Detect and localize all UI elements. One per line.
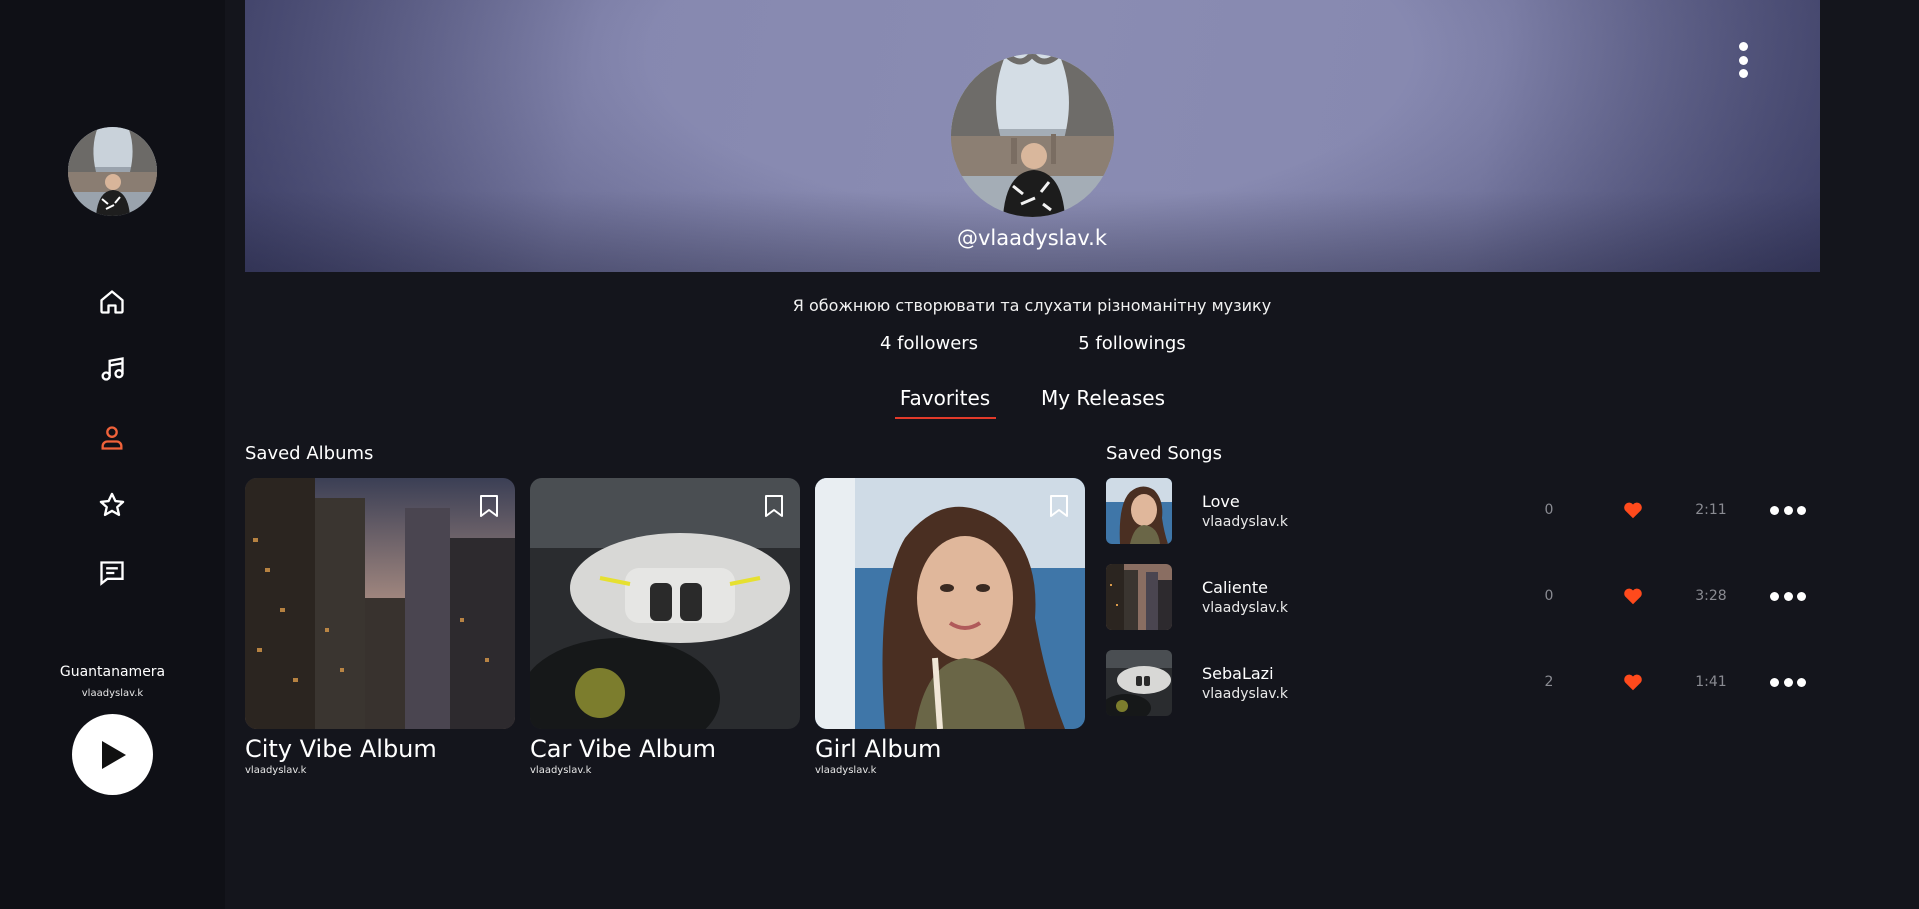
song-cover[interactable] [1106, 650, 1172, 716]
sidebar-avatar[interactable] [68, 127, 157, 216]
now-playing-title: Guantanamera [59, 664, 166, 680]
user-icon[interactable] [96, 422, 128, 454]
song-row[interactable]: Love vlaadyslav.k 0 2:11 [1106, 478, 1810, 544]
album-card[interactable]: City Vibe Album vlaadyslav.k [245, 478, 515, 776]
bookmark-icon[interactable] [764, 494, 784, 518]
play-icon [101, 740, 126, 769]
tab-my-releases[interactable]: My Releases [1040, 386, 1166, 410]
album-title[interactable]: Girl Album [815, 735, 1085, 763]
album-card[interactable]: Girl Album vlaadyslav.k [815, 478, 1085, 776]
bookmark-icon[interactable] [479, 494, 499, 518]
album-title[interactable]: City Vibe Album [245, 735, 515, 763]
more-options-icon[interactable] [1770, 678, 1806, 688]
star-icon[interactable] [96, 489, 128, 521]
followings-count[interactable]: 5 followings [1067, 333, 1197, 354]
album-artist[interactable]: vlaadyslav.k [815, 765, 1085, 776]
saved-songs-title: Saved Songs [1106, 443, 1222, 464]
heart-icon[interactable] [1622, 499, 1644, 521]
bookmark-icon[interactable] [1049, 494, 1069, 518]
saved-albums-title: Saved Albums [245, 443, 374, 464]
more-options-icon[interactable] [1736, 42, 1750, 78]
song-duration: 3:28 [1695, 588, 1727, 604]
song-artist[interactable]: vlaadyslav.k [1202, 514, 1288, 530]
album-artist[interactable]: vlaadyslav.k [530, 765, 800, 776]
tab-favorites[interactable]: Favorites [895, 386, 995, 410]
active-tab-indicator [895, 417, 996, 419]
more-options-icon[interactable] [1770, 592, 1806, 602]
album-artist[interactable]: vlaadyslav.k [245, 765, 515, 776]
song-duration: 1:41 [1695, 674, 1727, 690]
song-title[interactable]: SebaLazi [1202, 664, 1274, 683]
album-card[interactable]: Car Vibe Album vlaadyslav.k [530, 478, 800, 776]
home-icon[interactable] [96, 286, 128, 318]
song-plays: 0 [1544, 502, 1554, 518]
song-row[interactable]: Caliente vlaadyslav.k 0 3:28 [1106, 564, 1810, 630]
album-title[interactable]: Car Vibe Album [530, 735, 800, 763]
album-cover[interactable] [815, 478, 1085, 729]
sidebar: Guantanamera vlaadyslav.k [0, 0, 225, 909]
more-options-icon[interactable] [1770, 506, 1806, 516]
album-cover[interactable] [245, 478, 515, 729]
chat-icon[interactable] [96, 557, 128, 589]
album-cover[interactable] [530, 478, 800, 729]
now-playing-artist: vlaadyslav.k [81, 688, 144, 699]
song-duration: 2:11 [1695, 502, 1727, 518]
play-button[interactable] [72, 714, 153, 795]
song-title[interactable]: Love [1202, 492, 1240, 511]
song-cover[interactable] [1106, 478, 1172, 544]
song-plays: 2 [1544, 674, 1554, 690]
profile-username: @vlaadyslav.k [956, 226, 1108, 250]
heart-icon[interactable] [1622, 671, 1644, 693]
song-artist[interactable]: vlaadyslav.k [1202, 686, 1288, 702]
profile-avatar [951, 54, 1114, 217]
song-plays: 0 [1544, 588, 1554, 604]
song-title[interactable]: Caliente [1202, 578, 1268, 597]
heart-icon[interactable] [1622, 585, 1644, 607]
profile-bio: Я обожнюю створювати та слухати різноман… [792, 296, 1272, 315]
song-artist[interactable]: vlaadyslav.k [1202, 600, 1288, 616]
song-row[interactable]: SebaLazi vlaadyslav.k 2 1:41 [1106, 650, 1810, 716]
song-cover[interactable] [1106, 564, 1172, 630]
followers-count[interactable]: 4 followers [870, 333, 988, 354]
music-note-icon[interactable] [96, 353, 128, 385]
